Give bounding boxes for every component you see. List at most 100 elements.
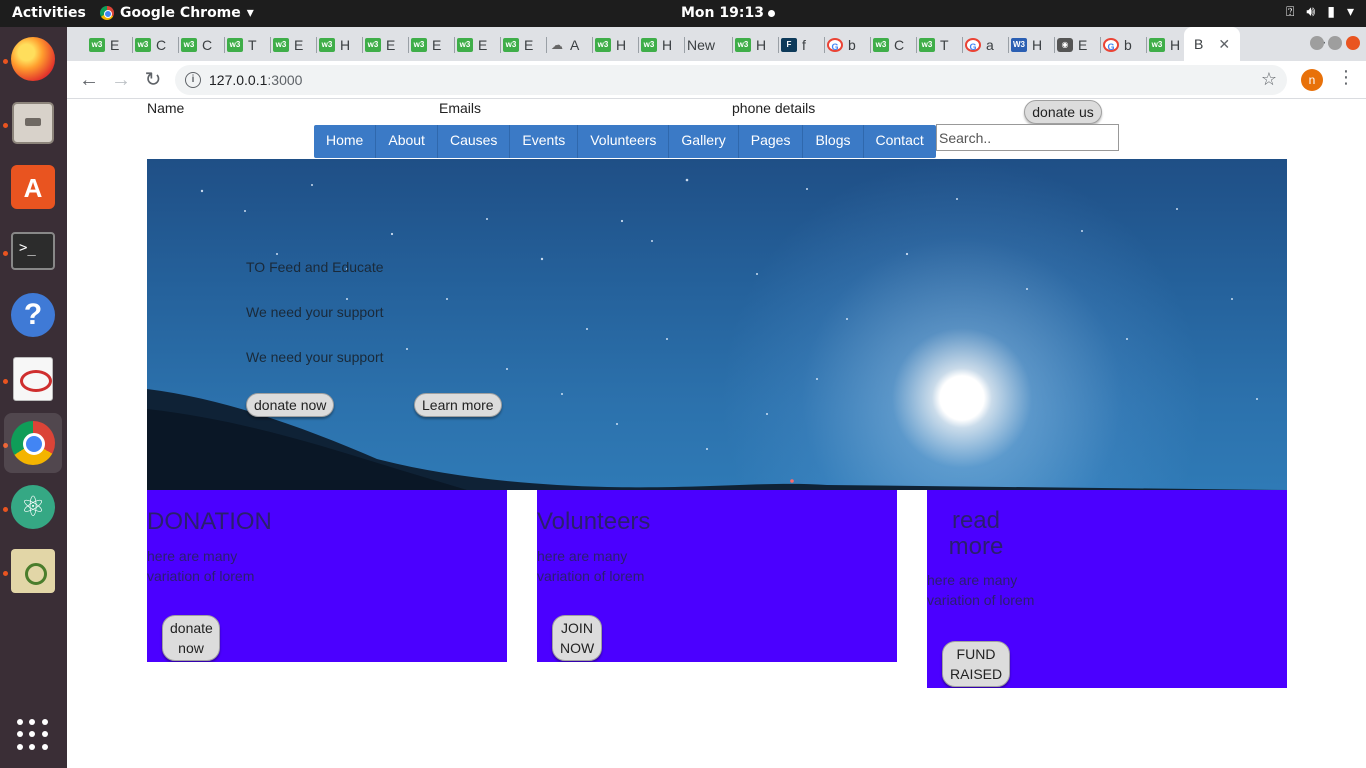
hero-subtext-1: We need your support	[246, 304, 384, 320]
tab[interactable]: w3 H	[637, 33, 685, 57]
tab[interactable]: w3 C	[869, 33, 917, 57]
header-phone: phone details	[732, 100, 816, 116]
w3schools-icon: w3	[457, 38, 473, 52]
nav-gallery[interactable]: Gallery	[669, 125, 739, 158]
w3schools-icon: w3	[365, 38, 381, 52]
tab[interactable]: w3 T	[915, 33, 963, 57]
tab[interactable]: w3 E	[85, 33, 133, 57]
nav-home[interactable]: Home	[314, 125, 377, 158]
tab[interactable]: Ga	[961, 33, 1009, 57]
card-title: DONATION	[147, 508, 272, 535]
battery-icon[interactable]: ▮	[1327, 4, 1335, 20]
reload-button[interactable]: ↻	[141, 68, 165, 92]
nav-causes[interactable]: Causes	[438, 125, 511, 158]
window-controls	[1310, 36, 1360, 50]
image-search-icon	[11, 549, 55, 593]
chrome-menu-icon[interactable]: ⋮	[1337, 67, 1355, 88]
nav-contact[interactable]: Contact	[864, 125, 936, 158]
nav-blogs[interactable]: Blogs	[803, 125, 864, 158]
dock-image-search[interactable]	[9, 547, 57, 595]
tab-title: H	[616, 37, 627, 53]
dock-terminal[interactable]: >_	[9, 227, 57, 275]
w3schools-icon: w3	[135, 38, 151, 52]
dock-chrome[interactable]	[4, 413, 62, 473]
tab[interactable]: W3 H	[1007, 33, 1055, 57]
nav-volunteers[interactable]: Volunteers	[578, 125, 670, 158]
bookmark-star-icon[interactable]: ☆	[1261, 69, 1277, 90]
hero-banner: TO Feed and Educate We need your support…	[147, 159, 1287, 490]
dock-files[interactable]	[9, 99, 57, 147]
nav-about[interactable]: About	[376, 125, 438, 158]
tab[interactable]: ☁ A	[545, 33, 593, 57]
show-applications-icon[interactable]	[17, 719, 49, 751]
tab[interactable]: w3 E	[407, 33, 455, 57]
clock-label: Mon 19:13	[681, 5, 764, 21]
info-icon[interactable]: i	[185, 72, 201, 88]
card-title: Volunteers	[537, 508, 651, 535]
tab-active[interactable]: B ✕	[1184, 27, 1241, 61]
donation-card: DONATION here are many variation of lore…	[147, 490, 507, 662]
running-indicator	[3, 379, 8, 384]
tab[interactable]: Gb	[1099, 33, 1147, 57]
w3schools-icon: w3	[641, 38, 657, 52]
card-text: here are many variation of lorem	[537, 548, 645, 584]
dock-firefox[interactable]	[9, 35, 57, 83]
card-donate-now-button[interactable]: donate now	[162, 615, 220, 661]
tab[interactable]: w3 H	[731, 33, 779, 57]
app-menu[interactable]: Google Chrome ▾	[100, 5, 254, 21]
nav-pages[interactable]: Pages	[739, 125, 804, 158]
tab-title: H	[340, 37, 351, 53]
dock-atom[interactable]: ⚛	[9, 483, 57, 531]
hero-subtext-2: We need your support	[246, 349, 384, 365]
tab[interactable]: w3 E	[499, 33, 547, 57]
maximize-icon[interactable]	[1328, 36, 1342, 50]
hero-donate-button[interactable]: donate now	[246, 393, 335, 417]
tab-title: C	[156, 37, 167, 53]
address-bar[interactable]: i 127.0.0.1:3000 ☆	[175, 65, 1287, 95]
tab-title: a	[986, 37, 994, 53]
clock[interactable]: Mon 19:13	[681, 5, 775, 21]
chevron-down-icon[interactable]: ▾	[1347, 4, 1354, 20]
close-tab-icon[interactable]: ✕	[1218, 36, 1230, 53]
fund-raised-button[interactable]: FUND RAISED	[942, 641, 1010, 687]
system-tray[interactable]: ⍰ 🔊︎ ▮ ▾	[1286, 4, 1354, 20]
nav-events[interactable]: Events	[510, 125, 579, 158]
tab[interactable]: w3 T	[223, 33, 271, 57]
w3schools-icon: w3	[319, 38, 335, 52]
url-text[interactable]: 127.0.0.1:3000	[209, 72, 302, 88]
tab[interactable]: w3 E	[453, 33, 501, 57]
profile-avatar[interactable]: n	[1301, 69, 1323, 91]
w3schools-icon: w3	[181, 38, 197, 52]
card-title: read more	[948, 507, 1004, 560]
tab[interactable]: Gb	[823, 33, 871, 57]
volume-icon[interactable]: 🔊︎	[1306, 4, 1315, 20]
activities-button[interactable]: Activities	[12, 5, 86, 21]
forward-button[interactable]: →	[109, 68, 133, 92]
donate-us-button[interactable]: donate us	[1024, 100, 1102, 124]
tab[interactable]: w3 H	[315, 33, 363, 57]
dock-software[interactable]: A	[9, 163, 57, 211]
tab[interactable]: w3 C	[177, 33, 225, 57]
back-button[interactable]: ←	[77, 68, 101, 92]
read-more-card: read more here are many variation of lor…	[927, 490, 1287, 688]
tab[interactable]: w3 E	[269, 33, 317, 57]
tab-title: A	[570, 37, 580, 53]
tab[interactable]: w3 E	[361, 33, 409, 57]
search-input[interactable]	[936, 124, 1119, 151]
header-emails: Emails	[439, 100, 482, 116]
tab[interactable]: Ff	[777, 33, 825, 57]
dock-help[interactable]: ?	[9, 291, 57, 339]
night-sky-illustration	[147, 178, 1287, 490]
tab[interactable]: w3 C	[131, 33, 179, 57]
close-window-icon[interactable]	[1346, 36, 1360, 50]
w3schools-icon: w3	[227, 38, 243, 52]
learn-more-button[interactable]: Learn more	[414, 393, 502, 417]
minimize-icon[interactable]	[1310, 36, 1324, 50]
accessibility-icon[interactable]: ⍰	[1286, 4, 1294, 20]
tab[interactable]: ◉ E	[1053, 33, 1101, 57]
join-now-button[interactable]: JOIN NOW	[552, 615, 602, 661]
dock-document-viewer[interactable]	[9, 355, 57, 403]
tab-title: T	[940, 37, 949, 53]
tab[interactable]: New	[683, 33, 733, 57]
tab[interactable]: w3 H	[591, 33, 639, 57]
